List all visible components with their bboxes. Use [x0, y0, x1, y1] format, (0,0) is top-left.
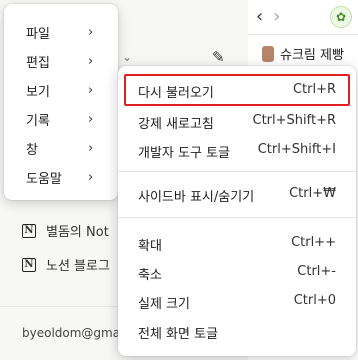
menu-item-toggle-devtools[interactable]: 개발자 도구 토글 Ctrl+Shift+I	[118, 137, 356, 163]
back-arrow-icon[interactable]: ‹	[256, 6, 263, 27]
new-page-icon[interactable]: ✎	[212, 48, 225, 66]
menu-item-label: 보기	[26, 84, 50, 100]
shortcut-label: Ctrl+Shift+I	[257, 142, 336, 157]
menu-item-history[interactable]: 기록 ›	[4, 105, 118, 133]
menu-item-toggle-sidebar[interactable]: 사이드바 표시/숨기기 Ctrl+₩	[118, 181, 356, 207]
view-submenu: 다시 불러오기 Ctrl+R 강제 새로고침 Ctrl+Shift+R 개발자 …	[118, 66, 356, 356]
page-emoji-icon	[262, 45, 274, 62]
app-menu: 파일 › 편집 › 보기 › 기록 › 창 › 도움말 ›	[4, 4, 118, 200]
leaf-icon[interactable]: ✿	[330, 6, 352, 28]
shortcut-label: Ctrl+₩	[289, 186, 336, 201]
chevron-right-icon: ›	[88, 53, 94, 69]
forward-arrow-icon[interactable]: ›	[273, 6, 280, 27]
chevron-down-icon[interactable]: ⌄	[122, 50, 132, 64]
menu-item-force-reload[interactable]: 강제 새로고침 Ctrl+Shift+R	[118, 108, 356, 134]
menu-item-reload[interactable]: 다시 불러오기 Ctrl+R	[118, 77, 356, 103]
menu-item-label: 도움말	[26, 171, 62, 187]
chevron-right-icon: ›	[88, 82, 94, 98]
chevron-right-icon: ›	[88, 24, 94, 40]
menu-separator	[118, 171, 356, 172]
notion-icon: N	[22, 257, 36, 272]
menu-item-label: 기록	[26, 113, 50, 129]
nav-arrows: ‹ ›	[256, 6, 280, 27]
menu-item-label: 편집	[26, 55, 50, 71]
menu-item-zoom-out[interactable]: 축소 Ctrl+-	[118, 259, 356, 285]
shortcut-label: Ctrl+-	[297, 264, 336, 279]
menu-item-file[interactable]: 파일 ›	[4, 18, 118, 46]
chevron-right-icon: ›	[88, 169, 94, 185]
menu-item-label: 개발자 도구 토글	[138, 146, 230, 161]
page-tab[interactable]: 슈크림 제빵	[262, 44, 344, 63]
chevron-right-icon: ›	[88, 111, 94, 127]
menu-item-label: 실제 크기	[138, 297, 190, 312]
sidebar-item[interactable]: N 별돔의 Not	[22, 221, 109, 240]
menu-item-label: 창	[26, 142, 38, 158]
divider	[248, 34, 358, 35]
sidebar-item-label: 별돔의 Not	[46, 225, 109, 240]
menu-item-label: 축소	[138, 268, 162, 283]
menu-item-edit[interactable]: 편집 ›	[4, 47, 118, 75]
account-email[interactable]: byeoldom@gmai	[22, 326, 123, 340]
page-title: 슈크림 제빵	[280, 48, 344, 63]
menu-item-label: 강제 새로고침	[138, 117, 214, 132]
sidebar-item[interactable]: N 노션 블로그	[22, 255, 110, 274]
menu-item-label: 확대	[138, 239, 162, 254]
menu-item-label: 파일	[26, 26, 50, 42]
shortcut-label: Ctrl+Shift+R	[252, 113, 337, 128]
menu-item-view[interactable]: 보기 ›	[4, 76, 118, 104]
menu-item-window[interactable]: 창 ›	[4, 134, 118, 162]
menu-item-label: 전체 화면 토글	[138, 327, 219, 342]
shortcut-label: Ctrl+R	[292, 82, 336, 97]
menu-item-zoom-in[interactable]: 확대 Ctrl++	[118, 230, 356, 256]
notion-icon: N	[22, 223, 36, 238]
menu-item-label: 다시 불러오기	[138, 86, 214, 101]
menu-item-actual-size[interactable]: 실제 크기 Ctrl+0	[118, 288, 356, 314]
shortcut-label: Ctrl+0	[293, 293, 336, 308]
menu-item-toggle-fullscreen[interactable]: 전체 화면 토글	[118, 318, 356, 344]
menu-separator	[118, 217, 356, 218]
shortcut-label: Ctrl++	[291, 235, 336, 250]
sidebar-item-label: 노션 블로그	[46, 259, 110, 274]
menu-item-label: 사이드바 표시/숨기기	[138, 190, 255, 205]
menu-item-help[interactable]: 도움말 ›	[4, 163, 118, 191]
chevron-right-icon: ›	[88, 140, 94, 156]
